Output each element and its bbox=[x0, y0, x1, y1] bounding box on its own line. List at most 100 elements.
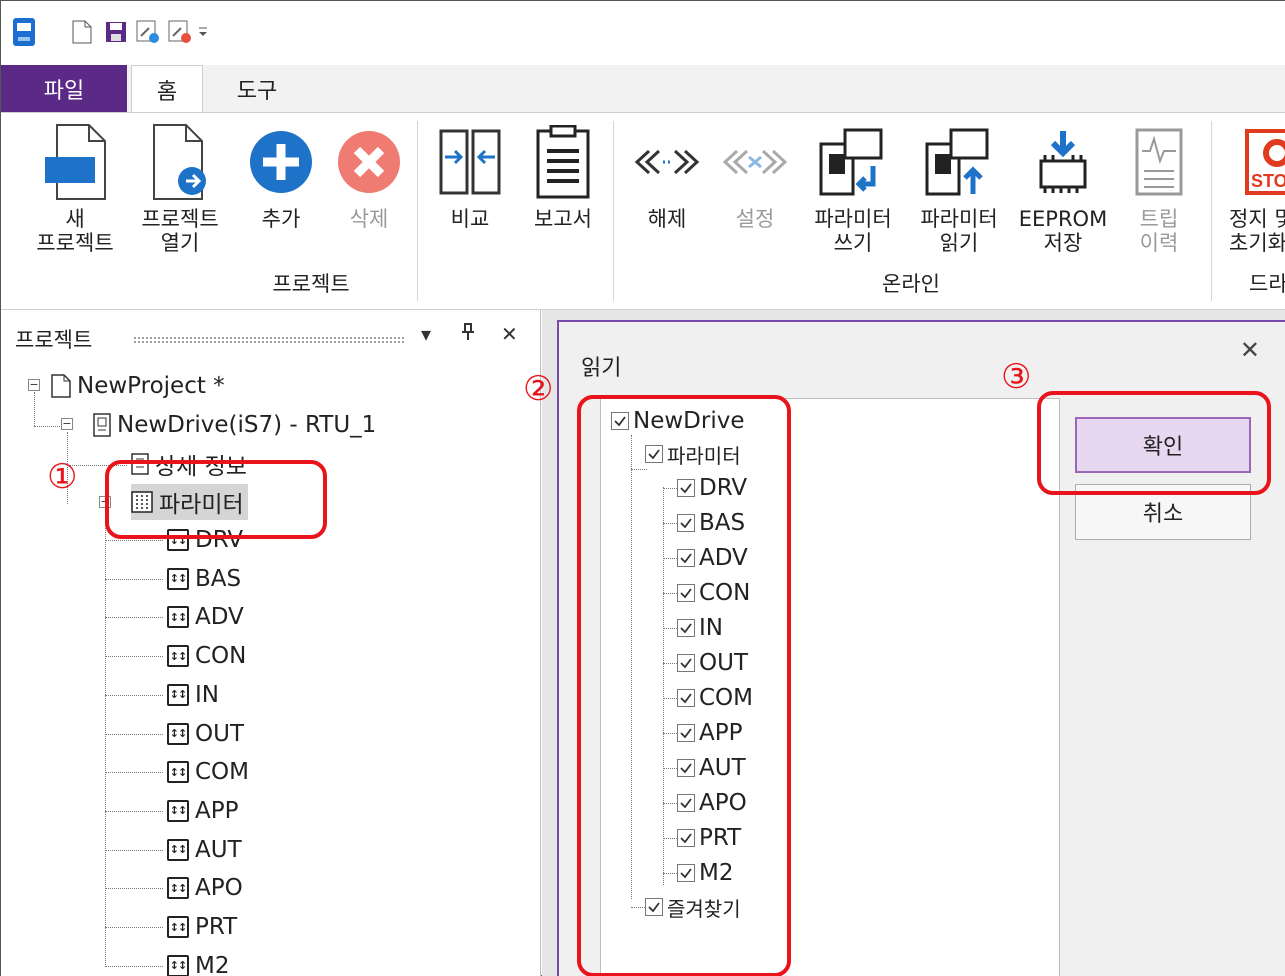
tree-line bbox=[105, 617, 163, 619]
tree-line bbox=[105, 578, 163, 580]
group-separator bbox=[613, 121, 614, 301]
tree-item-label: NewDrive(iS7) - RTU_1 bbox=[117, 412, 377, 438]
parameter-group-icon: ↕↕ bbox=[167, 916, 189, 938]
open-project-label: 프로젝트 열기 bbox=[141, 207, 219, 255]
tree-item-label: APP bbox=[195, 797, 239, 824]
customize-dropdown-icon[interactable] bbox=[195, 17, 211, 47]
tree-item-group[interactable]: ↕↕ IN bbox=[167, 677, 219, 713]
compare-label: 비교 bbox=[450, 207, 490, 231]
tree-item-label: BAS bbox=[195, 565, 242, 592]
tab-file[interactable]: 파일 bbox=[1, 65, 127, 113]
new-file-icon[interactable] bbox=[69, 17, 95, 47]
annotation-number-2: ② bbox=[523, 369, 554, 409]
panel-close-icon[interactable]: ✕ bbox=[501, 322, 518, 346]
project-panel-header: 프로젝트 ▾ ✕ bbox=[1, 320, 541, 356]
panel-drag-grip[interactable] bbox=[133, 336, 405, 344]
tree-item-group[interactable]: ↕↕ M2 bbox=[167, 948, 229, 976]
stop-reset-label: 정지 및 초기화 bbox=[1229, 207, 1285, 255]
annotation-box-2 bbox=[577, 395, 791, 976]
tree-line bbox=[105, 888, 163, 890]
tree-line bbox=[105, 656, 163, 658]
add-label: 추가 bbox=[261, 207, 301, 231]
annotation-number-3: ③ bbox=[1001, 357, 1032, 397]
tree-item-label: PRT bbox=[195, 914, 238, 940]
trip-history-button[interactable]: 트립 이력 bbox=[1117, 119, 1201, 255]
disconnect-icon bbox=[631, 119, 703, 205]
group-title-online: 온라인 bbox=[882, 272, 940, 296]
save-icon[interactable] bbox=[103, 17, 129, 47]
add-button[interactable]: 추가 bbox=[241, 119, 321, 231]
parameter-group-icon: ↕↕ bbox=[167, 683, 189, 706]
project-panel-title: 프로젝트 bbox=[15, 328, 93, 352]
tree-line bbox=[34, 426, 62, 427]
eeprom-save-button[interactable]: EEPROM 저장 bbox=[1013, 119, 1113, 255]
tree-item-group[interactable]: ↕↕ ADV bbox=[167, 599, 244, 635]
tree-item-label: COM bbox=[195, 759, 250, 786]
tab-tools[interactable]: 도구 bbox=[211, 65, 303, 113]
add-icon bbox=[248, 119, 314, 205]
tree-item-label: IN bbox=[195, 681, 219, 708]
tree-item-group[interactable]: ↕↕ BAS bbox=[167, 561, 241, 597]
tree-item-group[interactable]: ↕↕ OUT bbox=[167, 716, 244, 752]
delete-label: 삭제 bbox=[349, 207, 389, 231]
disconnect-button[interactable]: 해제 bbox=[625, 119, 709, 231]
new-project-button[interactable]: 새 프로젝트 bbox=[27, 119, 123, 255]
tree-item-group[interactable]: ↕↕ CON bbox=[167, 638, 246, 674]
trip-history-icon bbox=[1134, 119, 1184, 205]
tree-item-drive[interactable]: NewDrive(iS7) - RTU_1 bbox=[93, 407, 376, 443]
connect-button[interactable]: 설정 bbox=[713, 119, 797, 231]
parameter-group-icon: ↕↕ bbox=[167, 567, 189, 590]
connect-label: 설정 bbox=[735, 207, 775, 231]
project-panel: 프로젝트 ▾ ✕ − NewProject * − NewDrive(iS7) … bbox=[1, 310, 541, 976]
tree-line bbox=[105, 849, 163, 851]
report-button[interactable]: 보고서 bbox=[517, 119, 609, 231]
tree-item-group[interactable]: ↕↕ COM bbox=[167, 754, 249, 790]
parameter-group-icon: ↕↕ bbox=[167, 645, 189, 668]
stop-reset-button[interactable]: STOP 정지 및 초기화 bbox=[1223, 119, 1285, 255]
tab-home[interactable]: 홈 bbox=[131, 65, 203, 114]
annotation-box-3 bbox=[1037, 391, 1271, 495]
write-parameters-icon bbox=[819, 119, 887, 205]
ribbon-tab-bar: 파일 홈 도구 bbox=[1, 65, 1285, 114]
compare-button[interactable]: 비교 bbox=[429, 119, 511, 231]
tree-line bbox=[105, 927, 163, 928]
new-project-label: 새 프로젝트 bbox=[36, 207, 114, 255]
edit-stop-icon[interactable] bbox=[167, 17, 193, 47]
report-label: 보고서 bbox=[534, 207, 592, 231]
parameter-group-icon: ↕↕ bbox=[167, 799, 189, 822]
tree-item-label: CON bbox=[195, 643, 247, 670]
dialog-close-icon[interactable]: ✕ bbox=[1240, 336, 1260, 364]
collapse-project-icon[interactable]: − bbox=[28, 379, 40, 391]
app-logo-icon[interactable] bbox=[11, 17, 37, 47]
drive-icon bbox=[93, 413, 111, 437]
ribbon: 새 프로젝트 프로젝트 열기 추가 삭제 비교 보고서 해제 설정 파라미터 쓰… bbox=[1, 112, 1285, 310]
tree-item-project[interactable]: NewProject * bbox=[51, 368, 225, 404]
tree-item-group[interactable]: ↕↕ APO bbox=[167, 870, 243, 906]
parameter-group-icon: ↕↕ bbox=[167, 761, 189, 784]
edit-run-icon[interactable] bbox=[135, 17, 161, 47]
tree-item-group[interactable]: ↕↕ PRT bbox=[167, 909, 237, 945]
panel-menu-chevron-down-icon[interactable]: ▾ bbox=[421, 322, 431, 346]
tree-line bbox=[105, 694, 163, 696]
panel-pin-icon[interactable] bbox=[461, 322, 475, 346]
open-project-button[interactable]: 프로젝트 열기 bbox=[127, 119, 233, 255]
connect-icon bbox=[719, 119, 791, 205]
parameter-group-icon: ↕↕ bbox=[167, 877, 189, 900]
tree-item-group[interactable]: ↕↕ APP bbox=[167, 793, 238, 829]
tree-line bbox=[34, 392, 35, 426]
annotation-box-1 bbox=[105, 460, 327, 539]
tree-item-group[interactable]: ↕↕ AUT bbox=[167, 832, 242, 868]
read-parameters-button[interactable]: 파라미터 읽기 bbox=[907, 119, 1011, 255]
tree-item-label: APO bbox=[195, 875, 243, 902]
annotation-number-1: ① bbox=[47, 457, 78, 497]
write-parameters-button[interactable]: 파라미터 쓰기 bbox=[801, 119, 905, 255]
tree-item-label: M2 bbox=[195, 952, 230, 976]
parameter-group-icon: ↕↕ bbox=[167, 838, 189, 861]
parameter-group-icon: ↕↕ bbox=[167, 722, 189, 745]
group-title-project: 프로젝트 bbox=[272, 272, 350, 296]
group-title-drive: 드라이브 bbox=[1249, 272, 1285, 296]
collapse-drive-icon[interactable]: − bbox=[61, 418, 73, 430]
delete-button[interactable]: 삭제 bbox=[329, 119, 409, 231]
document-icon bbox=[51, 374, 71, 398]
tree-line bbox=[105, 540, 163, 541]
